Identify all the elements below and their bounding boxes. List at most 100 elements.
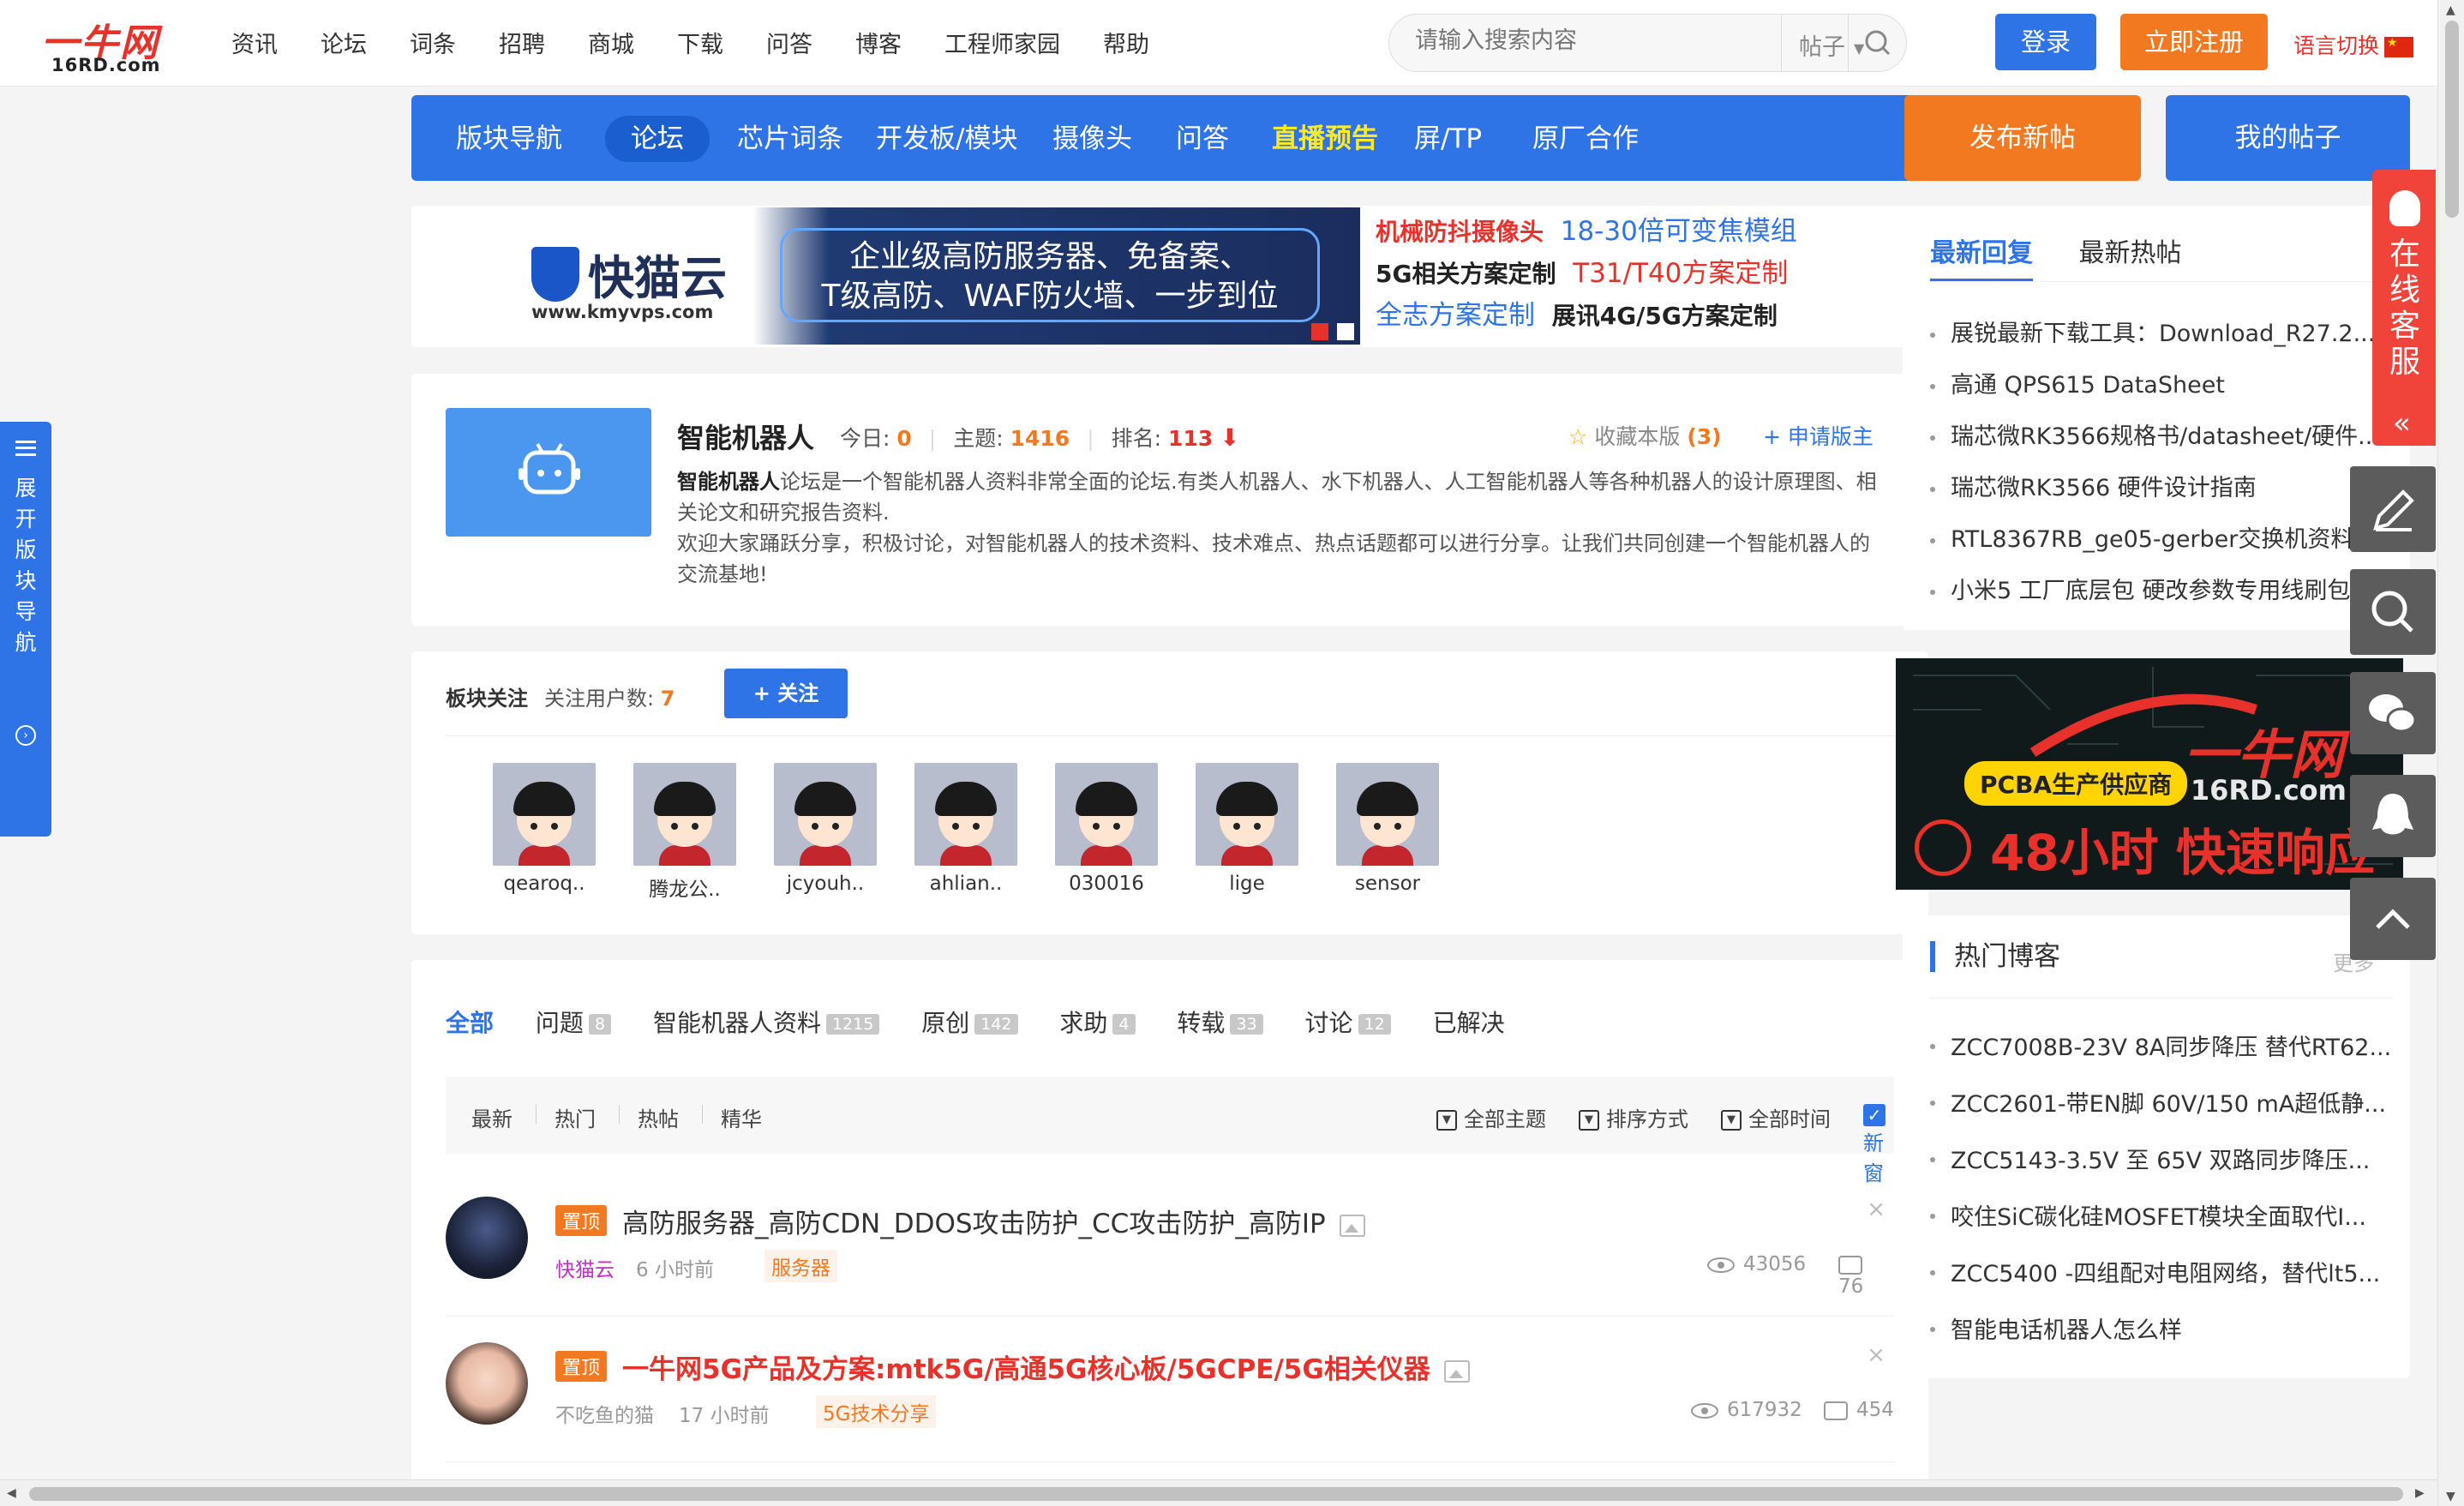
back-to-top-tool[interactable] (2350, 878, 2436, 960)
mainnav-item-chip-wiki[interactable]: 芯片词条 (711, 116, 869, 162)
follow-button[interactable]: + 关注 (724, 669, 848, 718)
follower-item[interactable]: jcyouh.. (774, 763, 877, 895)
qq-tool[interactable] (2350, 775, 2436, 857)
search-input[interactable] (1415, 27, 1741, 54)
follower-item[interactable]: 030016 (1055, 763, 1158, 895)
follower-item[interactable]: lige (1196, 763, 1298, 895)
scroll-left-icon[interactable]: ◀ (7, 1486, 16, 1500)
mainnav-item-oem[interactable]: 原厂合作 (1507, 116, 1664, 162)
topnav-item-blog[interactable]: 博客 (855, 26, 902, 59)
tab-reposts[interactable]: 转载 33 (1177, 1005, 1263, 1039)
topnav-item-news[interactable]: 资讯 (231, 26, 278, 59)
tab-questions[interactable]: 问题 8 (536, 1005, 612, 1039)
list-item[interactable]: ZCC7008B-23V 8A同步降压 替代RT62... (1930, 1020, 2393, 1077)
list-item[interactable]: 瑞芯微RK3566 硬件设计指南 (1930, 463, 2393, 514)
mainnav-item-camera[interactable]: 摄像头 (1027, 116, 1158, 162)
mainnav-item-board-nav[interactable]: 版块导航 (430, 116, 588, 162)
list-item[interactable]: 智能电话机器人怎么样 (1930, 1303, 2393, 1359)
tab-discussion[interactable]: 讨论 12 (1305, 1005, 1391, 1039)
post-row[interactable]: 置顶 高防服务器_高防CDN_DDOS攻击防护_CC攻击防护_高防IP 快猫云 … (446, 1171, 1894, 1317)
online-service-float[interactable]: 在线客服 « (2372, 170, 2436, 446)
topnav-item-engineer-home[interactable]: 工程师家园 (944, 26, 1060, 59)
my-posts-button[interactable]: 我的帖子 (2166, 95, 2410, 181)
topnav-item-help[interactable]: 帮助 (1103, 26, 1149, 59)
close-icon[interactable]: × (1867, 1197, 1885, 1222)
topnav-item-qa[interactable]: 问答 (766, 26, 812, 59)
horizontal-scrollbar[interactable]: ◀ ▶ (0, 1479, 2437, 1506)
wechat-tool[interactable] (2350, 672, 2436, 754)
apply-moderator-link[interactable]: + 申请版主 (1763, 420, 1873, 451)
scroll-up-icon[interactable]: ▲ (2446, 3, 2455, 17)
mainnav-item-screen-tp[interactable]: 屏/TP (1388, 116, 1508, 162)
scrollbar-thumb[interactable] (2445, 21, 2459, 218)
carousel-dot[interactable] (1311, 323, 1328, 340)
language-switch[interactable]: 语言切换 (2293, 29, 2414, 60)
follower-item[interactable]: 腾龙公.. (633, 763, 736, 902)
sort-featured[interactable]: 精华 (721, 1102, 762, 1132)
post-author[interactable]: 不吃鱼的猫 (555, 1399, 654, 1428)
mainnav-item-live[interactable]: 直播预告 (1246, 116, 1404, 162)
post-new-button[interactable]: 发布新帖 (1904, 95, 2141, 181)
follower-item[interactable]: qearoq.. (493, 763, 596, 895)
list-item[interactable]: ZCC5400 -四组配对电阻网络，替代lt5... (1930, 1246, 2393, 1303)
mainnav-item-qa[interactable]: 问答 (1150, 116, 1255, 162)
sort-latest[interactable]: 最新 (471, 1102, 513, 1132)
tab-all[interactable]: 全部 (446, 1005, 494, 1039)
tab-latest-hot[interactable]: 最新热帖 (2079, 238, 2182, 268)
post-author[interactable]: 快猫云 (555, 1253, 615, 1282)
follower-item[interactable]: ahlian.. (914, 763, 1017, 895)
topnav-item-jobs[interactable]: 招聘 (499, 26, 545, 59)
list-item[interactable]: 小米5 工厂底层包 硬改参数专用线刷包 (1930, 566, 2393, 617)
ad-link[interactable]: T31/T40方案定制 (1573, 258, 1788, 289)
post-title[interactable]: 高防服务器_高防CDN_DDOS攻击防护_CC攻击防护_高防IP (622, 1202, 1365, 1240)
avatar[interactable] (446, 1197, 528, 1279)
list-item[interactable]: 瑞芯微RK3566规格书/datasheet/硬件... (1930, 411, 2393, 463)
sort-hot-posts[interactable]: 热帖 (638, 1102, 679, 1132)
post-tag[interactable]: 5G技术分享 (816, 1395, 937, 1428)
login-button[interactable]: 登录 (1995, 14, 2096, 70)
ad-link[interactable]: 5G相关方案定制 (1376, 260, 1556, 288)
filter-all-topics[interactable]: ▼ 全部主题 (1436, 1102, 1546, 1132)
favorite-board-button[interactable]: ☆ 收藏本版 (3) (1568, 420, 1722, 451)
write-post-tool[interactable] (2350, 466, 2436, 552)
topnav-item-wiki[interactable]: 词条 (410, 26, 456, 59)
filter-all-time[interactable]: ▼ 全部时间 (1721, 1102, 1831, 1132)
post-row[interactable]: 置顶 一牛网5G产品及方案:mtk5G/高通5G核心板/5GCPE/5G相关仪器… (446, 1317, 1894, 1462)
expand-board-nav-float[interactable]: 展开版块导航 › (0, 422, 51, 837)
mainnav-item-dev-boards[interactable]: 开发板/模块 (850, 116, 1043, 162)
site-logo[interactable]: 一牛网 16RD.com (41, 12, 195, 75)
list-item[interactable]: 咬住SiC碳化硅MOSFET模块全面取代I... (1930, 1190, 2393, 1246)
scrollbar-thumb[interactable] (29, 1487, 2403, 1501)
tab-solved[interactable]: 已解决 (1433, 1005, 1505, 1039)
carousel-dot[interactable] (1337, 323, 1354, 340)
sidebar-ad[interactable]: 一牛网 16RD.com PCBA生产供应商 48小时 快速响应 (1896, 658, 2403, 890)
search-tool[interactable] (2350, 569, 2436, 655)
scroll-right-icon[interactable]: ▶ (2415, 1486, 2425, 1500)
tab-robot-materials[interactable]: 智能机器人资料 1215 (653, 1005, 880, 1039)
avatar[interactable] (446, 1342, 528, 1425)
scroll-down-icon[interactable]: ▼ (2446, 1490, 2455, 1503)
close-icon[interactable]: × (1867, 1342, 1885, 1368)
tab-latest-replies[interactable]: 最新回复 (1930, 238, 2033, 282)
tab-help[interactable]: 求助 4 (1059, 1005, 1136, 1039)
list-item[interactable]: RTL8367RB_ge05-gerber交换机资料 (1930, 514, 2393, 566)
filter-sort-order[interactable]: ▼ 排序方式 (1579, 1102, 1688, 1132)
ad-link[interactable]: 全志方案定制 (1376, 300, 1535, 331)
topnav-item-forum[interactable]: 论坛 (321, 26, 367, 59)
topnav-item-download[interactable]: 下载 (677, 26, 723, 59)
ad-link[interactable]: 机械防抖摄像头 (1376, 218, 1544, 246)
sort-hot[interactable]: 热门 (555, 1102, 596, 1132)
list-item[interactable]: ZCC5143-3.5V 至 65V 双路同步降压... (1930, 1133, 2393, 1190)
register-button[interactable]: 立即注册 (2120, 14, 2268, 70)
ad-image[interactable]: 快猫云 www.kmyvps.com 企业级高防服务器、免备案、 T级高防、WA… (411, 207, 1360, 345)
list-item[interactable]: 展锐最新下载工具：Download_R27.2... (1930, 309, 2393, 360)
vertical-scrollbar[interactable]: ▲ ▼ (2437, 0, 2464, 1506)
mainnav-item-forum[interactable]: 论坛 (605, 116, 710, 162)
list-item[interactable]: 高通 QPS615 DataSheet (1930, 360, 2393, 411)
ad-link[interactable]: 展讯4G/5G方案定制 (1552, 302, 1778, 330)
post-tag[interactable]: 服务器 (764, 1250, 837, 1282)
search-button[interactable] (1848, 15, 1906, 71)
topnav-item-mall[interactable]: 商城 (588, 26, 634, 59)
tab-original[interactable]: 原创 142 (921, 1005, 1018, 1039)
follower-item[interactable]: sensor (1336, 763, 1439, 895)
